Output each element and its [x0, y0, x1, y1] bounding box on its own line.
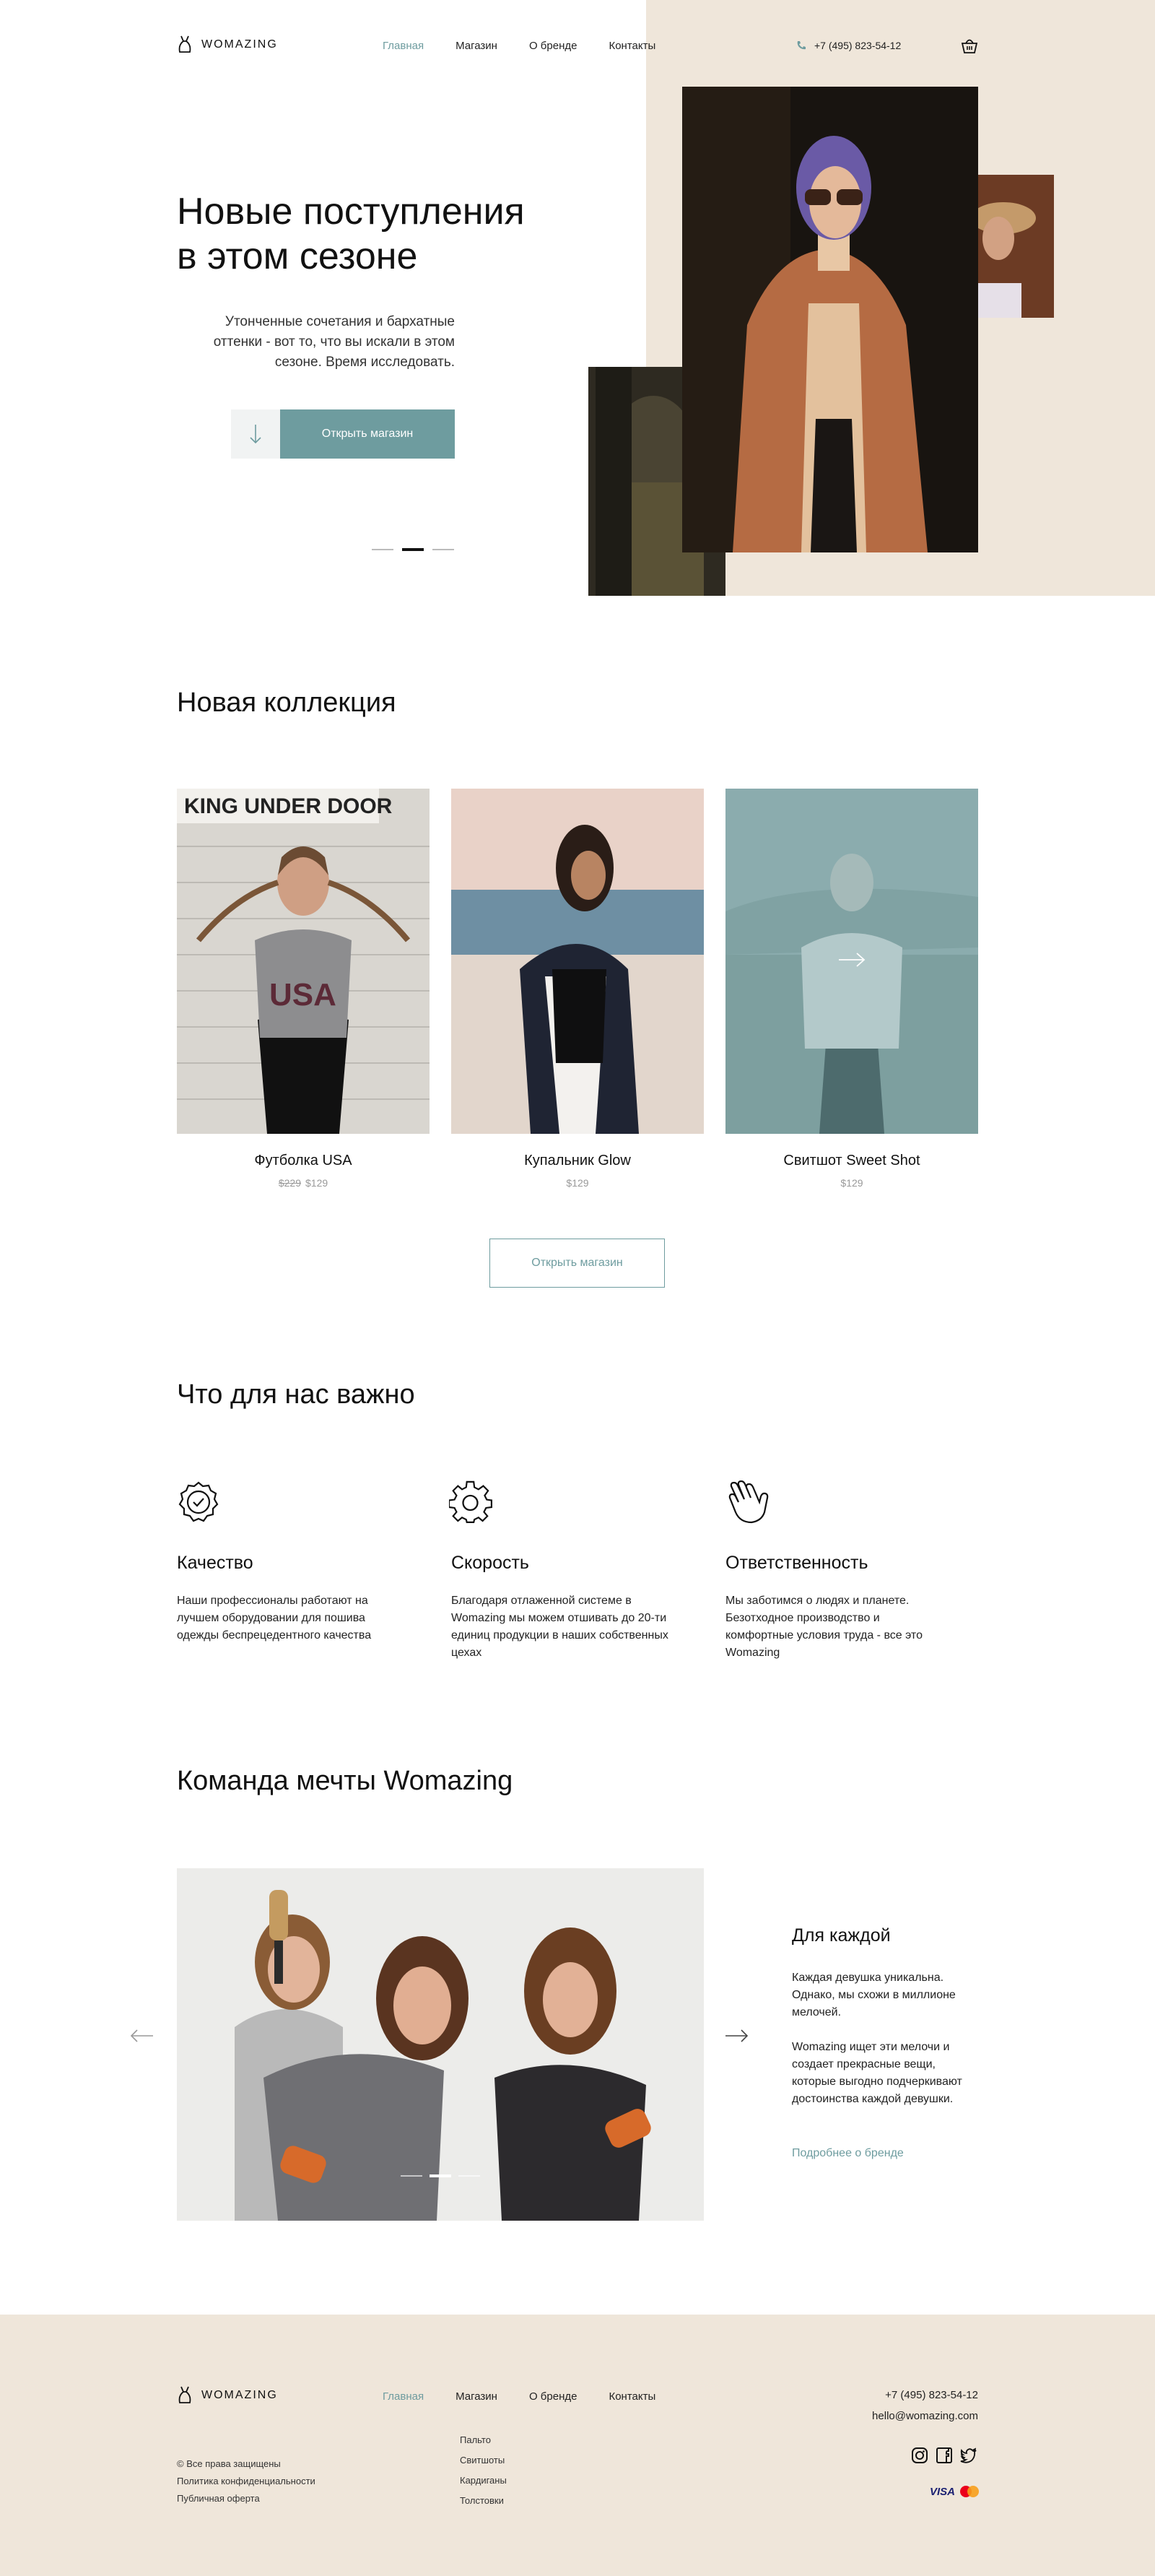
header-phone-text: +7 (495) 823-54-12 — [814, 40, 902, 51]
team-about-link[interactable]: Подробнее о бренде — [792, 2147, 904, 2160]
logo-text: WOMAZING — [201, 38, 278, 51]
cart-button[interactable] — [960, 36, 979, 58]
logo[interactable]: WOMAZING — [177, 35, 278, 55]
hero-shop-button[interactable]: Открыть магазин — [280, 409, 455, 459]
main-nav: Главная Магазин О бренде Контакты — [383, 40, 655, 52]
product-card-1-new-price: $129 — [305, 1177, 328, 1189]
product-card-1-name[interactable]: Футболка USA — [177, 1153, 430, 1169]
footer-logo-icon — [178, 2386, 191, 2403]
mastercard-icon — [960, 2486, 980, 2497]
footer-nav-contacts[interactable]: Контакты — [609, 2390, 655, 2403]
arrow-down-icon — [250, 425, 261, 444]
svg-text:USA: USA — [269, 977, 336, 1012]
hero-photo-side — [978, 175, 1054, 318]
value-2-title: Скорость — [451, 1553, 529, 1573]
team-subtitle: Для каждой — [792, 1925, 891, 1946]
hero-subtitle: Утонченные сочетания и бархатные оттенки… — [213, 314, 455, 370]
team-paragraph-1: Каждая девушка уникальна. Однако, мы схо… — [792, 1972, 956, 2018]
visa-logo: VISA — [930, 2485, 956, 2498]
product-card-3-image[interactable] — [725, 789, 978, 1134]
nav-about[interactable]: О бренде — [529, 40, 578, 52]
footer-email[interactable]: hello@womazing.com — [794, 2410, 978, 2422]
gear-icon — [449, 1480, 492, 1523]
footer-nav-shop[interactable]: Магазин — [456, 2390, 497, 2403]
facebook-icon[interactable] — [936, 2447, 953, 2464]
team-slider-dot-3[interactable] — [458, 2175, 480, 2177]
footer-socials — [911, 2447, 977, 2464]
team-slider-dot-2[interactable] — [430, 2174, 451, 2177]
hero-title: Новые поступления в этом сезоне — [177, 189, 624, 279]
product-card-1-image[interactable]: KING UNDER DOOR USA — [177, 789, 430, 1134]
nav-shop[interactable]: Магазин — [456, 40, 497, 52]
hand-icon — [728, 1480, 769, 1524]
instagram-icon[interactable] — [911, 2447, 928, 2464]
team-photo — [177, 1868, 704, 2221]
svg-text:KING UNDER DOOR: KING UNDER DOOR — [184, 794, 393, 818]
value-1-title: Качество — [177, 1553, 253, 1573]
value-3-text: Мы заботимся о людях и планете. Безотход… — [725, 1595, 923, 1659]
collection-shop-button[interactable]: Открыть магазин — [489, 1239, 665, 1288]
footer-shop-link-2[interactable]: Свитшоты — [460, 2455, 505, 2466]
hero-slider-dot-2[interactable] — [402, 548, 424, 551]
value-2-text: Благодаря отлаженной системе в Womazing … — [451, 1595, 668, 1659]
footer-copyright: © Все права защищены — [177, 2458, 281, 2469]
team-next-arrow-icon[interactable] — [724, 2028, 749, 2044]
team-slider-dots — [401, 2174, 480, 2177]
footer: WOMAZING Главная Магазин О бренде Контак… — [0, 2315, 1155, 2576]
product-card-2-price: $129 — [566, 1177, 589, 1189]
product-card-1-old-price: $229 — [278, 1177, 301, 1189]
twitter-icon[interactable] — [960, 2447, 977, 2464]
logo-icon — [178, 35, 191, 53]
product-card-2-image[interactable] — [451, 789, 704, 1134]
header-phone[interactable]: +7 (495) 823-54-12 — [796, 40, 901, 51]
cart-icon — [961, 39, 978, 53]
value-3-title: Ответственность — [725, 1553, 868, 1573]
product-card-3-name[interactable]: Свитшот Sweet Shot — [725, 1153, 978, 1169]
collection-title: Новая коллекция — [177, 688, 396, 718]
values-title: Что для нас важно — [177, 1379, 415, 1410]
footer-offer-link[interactable]: Публичная оферта — [177, 2490, 260, 2507]
nav-contacts[interactable]: Контакты — [609, 40, 655, 52]
team-title: Команда мечты Womazing — [177, 1766, 513, 1796]
product-card-3-price: $129 — [840, 1177, 863, 1189]
footer-phone[interactable]: +7 (495) 823-54-12 — [794, 2389, 978, 2401]
hero-slider-dots — [372, 548, 454, 551]
hero-slider-dot-3[interactable] — [432, 549, 454, 550]
footer-shop-link-4[interactable]: Толстовки — [460, 2495, 504, 2506]
nav-home[interactable]: Главная — [383, 40, 424, 52]
product-card-1-price: $229 $129 — [177, 1177, 430, 1189]
phone-icon — [797, 41, 806, 50]
hero-slider-dot-1[interactable] — [372, 549, 393, 550]
hero-title-line1: Новые поступления — [177, 191, 525, 233]
team-slider-dot-1[interactable] — [401, 2175, 422, 2177]
payment-methods: VISA — [930, 2485, 980, 2498]
hero-title-line2: в этом сезоне — [177, 235, 418, 277]
product-card-2-name[interactable]: Купальник Glow — [451, 1153, 704, 1169]
value-1-text: Наши профессионалы работают на лучшем об… — [177, 1595, 372, 1642]
footer-shop-link-3[interactable]: Кардиганы — [460, 2475, 507, 2486]
hero-photo-main — [682, 87, 978, 552]
footer-nav: Главная Магазин О бренде Контакты — [383, 2390, 655, 2403]
team-paragraph-2: Womazing ищет эти мелочи и создает прекр… — [792, 2041, 962, 2105]
quality-badge-icon — [178, 1481, 219, 1522]
footer-nav-about[interactable]: О бренде — [529, 2390, 578, 2403]
arrow-right-icon — [839, 953, 866, 967]
scroll-down-button[interactable] — [231, 409, 280, 459]
footer-shop-link-1[interactable]: Пальто — [460, 2434, 491, 2445]
footer-logo[interactable]: WOMAZING — [177, 2385, 278, 2406]
team-prev-arrow-icon[interactable] — [130, 2028, 154, 2044]
footer-nav-home[interactable]: Главная — [383, 2390, 424, 2403]
footer-privacy-link[interactable]: Политика конфиденциальности — [177, 2473, 315, 2490]
footer-logo-text: WOMAZING — [201, 2389, 278, 2401]
